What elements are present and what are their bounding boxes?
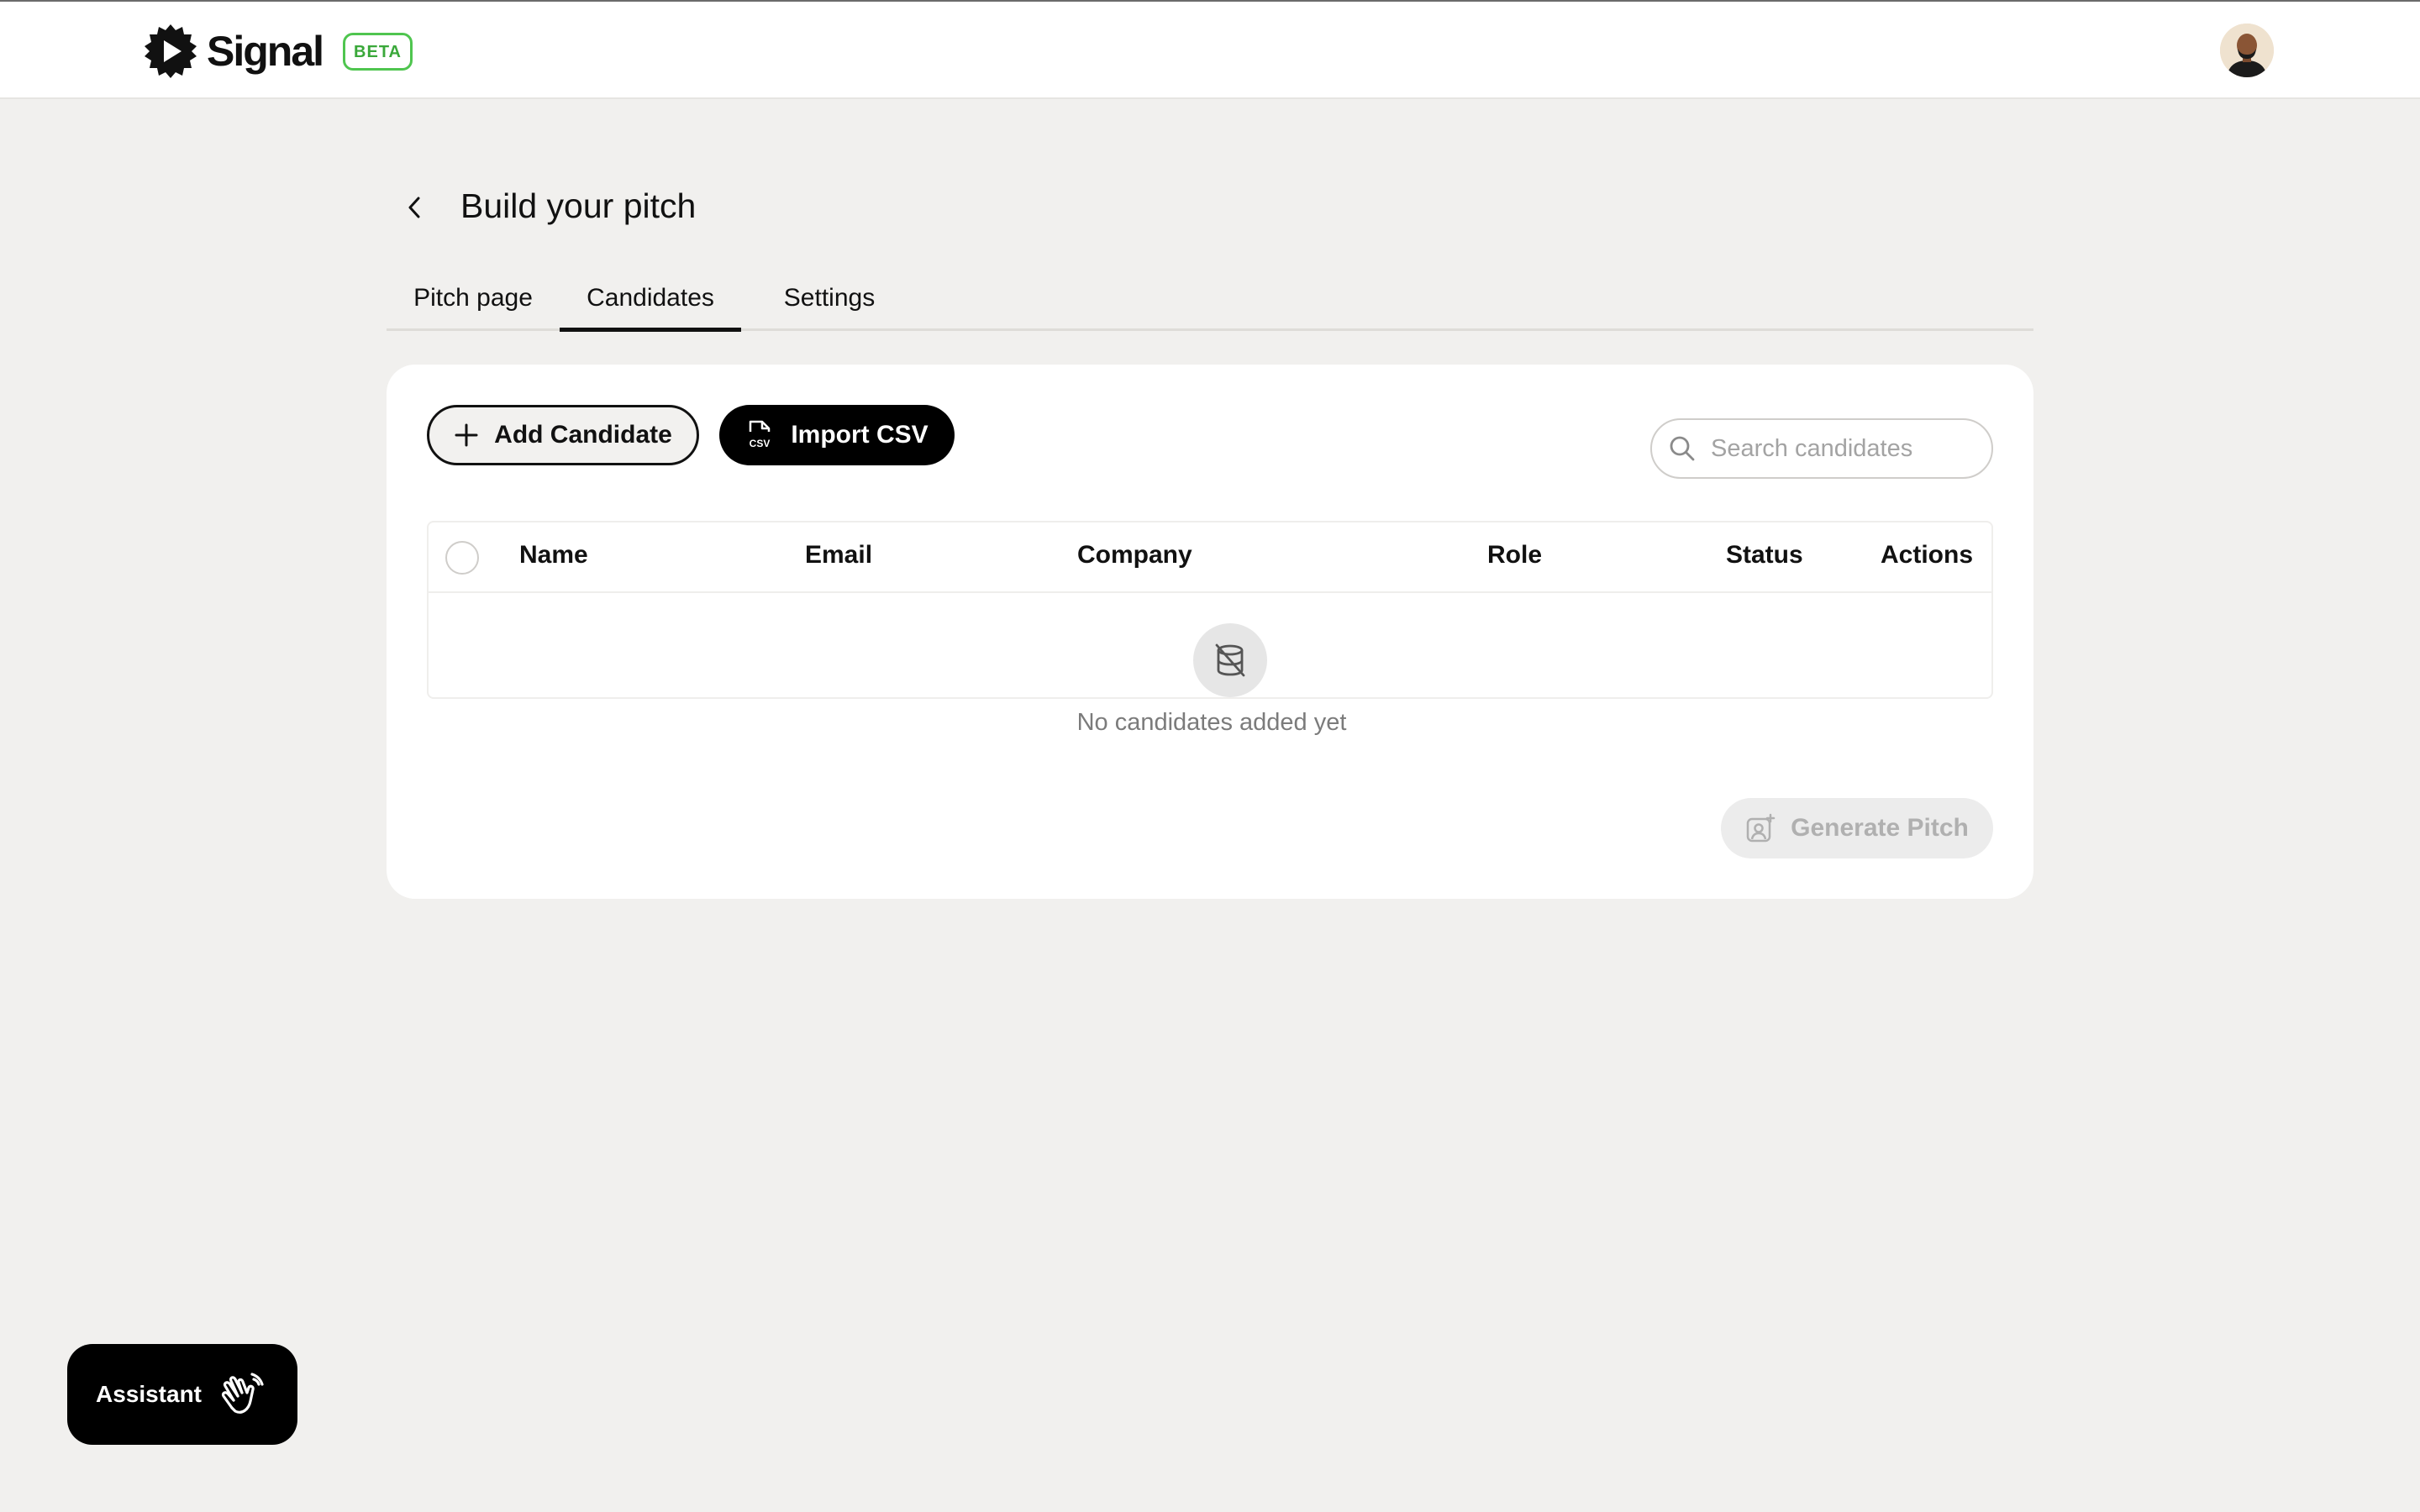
assistant-button[interactable]: Assistant: [67, 1344, 297, 1445]
generate-pitch-label: Generate Pitch: [1791, 814, 1969, 842]
import-csv-label: Import CSV: [791, 421, 929, 449]
brand-name: Signal: [207, 28, 324, 75]
import-csv-button[interactable]: CSV Import CSV: [719, 405, 955, 465]
select-all-checkbox[interactable]: [445, 541, 479, 575]
assistant-label: Assistant: [95, 1381, 203, 1407]
column-header-email[interactable]: Email: [805, 541, 872, 570]
column-header-name[interactable]: Name: [519, 541, 588, 570]
database-off-icon: [1193, 623, 1267, 697]
csv-file-icon: CSV: [750, 420, 771, 449]
plus-icon: [455, 423, 478, 447]
tab-candidates[interactable]: Candidates: [560, 277, 741, 332]
page-title: Build your pitch: [460, 186, 697, 225]
empty-state-text: No candidates added yet: [1076, 709, 1347, 736]
column-header-actions: Actions: [1881, 541, 1974, 569]
candidates-card: Add Candidate CSV Import CSV Name Email …: [387, 365, 2033, 899]
candidates-table: Name Email Company Role Status Actions N…: [427, 521, 1993, 736]
column-header-company[interactable]: Company: [1077, 541, 1192, 570]
tab-settings[interactable]: Settings: [758, 277, 901, 331]
search-icon: [1670, 436, 1695, 461]
table-header: Name Email Company Role Status Actions: [429, 522, 1991, 593]
column-header-status[interactable]: Status: [1726, 541, 1803, 570]
back-button[interactable]: [398, 188, 430, 227]
search-input[interactable]: [1711, 434, 1980, 463]
beta-badge: BETA: [343, 32, 413, 71]
chevron-left-icon: [408, 197, 420, 218]
generate-pitch-button[interactable]: Generate Pitch: [1721, 798, 1993, 858]
column-header-role[interactable]: Role: [1487, 541, 1542, 570]
brand-logo[interactable]: Signal BETA: [143, 22, 413, 81]
top-bar: Signal BETA: [0, 0, 2420, 99]
signal-logo-icon: [145, 24, 197, 78]
user-avatar[interactable]: [2220, 24, 2274, 77]
generate-user-icon: [1746, 813, 1776, 843]
waving-hand-icon: [221, 1373, 264, 1414]
add-candidate-label: Add Candidate: [494, 421, 672, 449]
search-box[interactable]: [1650, 418, 1993, 479]
svg-text:CSV: CSV: [750, 438, 771, 449]
add-candidate-button[interactable]: Add Candidate: [427, 405, 699, 465]
tab-pitch-page[interactable]: Pitch page: [403, 277, 543, 331]
avatar-portrait-icon: [2220, 24, 2274, 77]
tab-bar: Pitch page Candidates Settings: [387, 277, 2033, 332]
